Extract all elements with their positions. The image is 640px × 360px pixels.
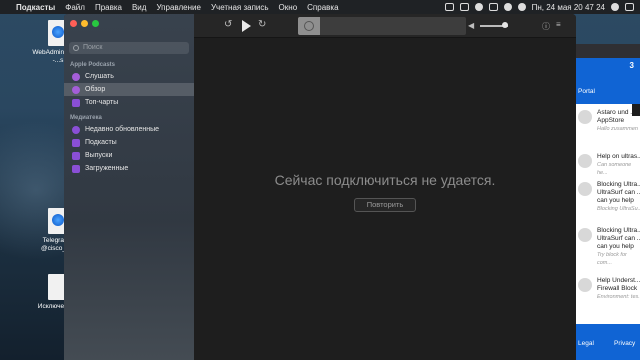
post-snippet: Blocking UltraSu... [597,206,640,212]
volume-slider[interactable] [480,22,508,28]
site-footer: Legal Privacy [576,324,640,360]
forum-post[interactable]: Blocking Ultra... UltraSurf can ... can … [576,178,640,222]
post-title: Help Underst... Firewall Block [597,277,640,292]
player-toolbar: ↺ ↻ ◀ ⓘ ≡ [194,14,576,38]
browser-toolbar [576,44,640,58]
post-title: Astaro und ... AppStore [597,109,636,124]
avatar [578,154,592,168]
sidebar-item-top-charts[interactable]: Топ-чарты [64,96,194,109]
sidebar-item-label: Обзор [85,86,106,93]
search-placeholder: Поиск [83,44,103,51]
search-icon [73,45,79,51]
list-icon [72,99,80,107]
section-header-library: Медиатека [70,115,102,121]
menu-edit[interactable]: Правка [95,3,122,12]
sidebar-item-label: Недавно обновленные [85,126,160,133]
search-icon[interactable] [611,3,619,11]
connection-error-message: Сейчас подключиться не удается. [274,172,496,188]
sidebar-item-listen-now[interactable]: Слушать [64,70,194,83]
volume-knob[interactable] [502,22,508,28]
sidebar-item-recently-updated[interactable]: Недавно обновленные [64,123,194,136]
sidebar-item-episodes[interactable]: Выпуски [64,149,194,162]
podcast-artwork-icon [298,17,320,35]
avatar [578,228,592,242]
status-icon[interactable] [474,3,483,11]
portal-header: 3 Portal [576,58,640,104]
wifi-icon[interactable] [503,3,512,11]
avatar [578,110,592,124]
minimize-button[interactable] [81,20,88,27]
avatar [578,278,592,292]
menu-view[interactable]: Вид [132,3,146,12]
post-snippet: Environment: tes... [597,294,640,300]
menu-file[interactable]: Файл [65,3,85,12]
control-center-icon[interactable] [625,3,634,11]
now-playing-display [298,17,466,35]
sidebar-item-browse[interactable]: Обзор [64,83,194,96]
info-icon[interactable]: ⓘ [542,21,550,32]
section-header-apple-podcasts: Apple Podcasts [70,62,116,68]
status-icon[interactable] [459,3,469,11]
background-browser-window: 3 Portal Astaro und ... AppStore Hallo z… [576,44,640,360]
volume-icon: ◀ [468,21,475,30]
window-controls [70,20,99,27]
skip-back-icon[interactable]: ↺ [224,19,232,30]
skip-forward-icon[interactable]: ↻ [258,19,266,30]
post-snippet: Try block for com... [597,252,627,266]
menu-help[interactable]: Справка [307,3,338,12]
menu-app-name[interactable]: Подкасты [16,3,55,12]
battery-icon[interactable] [488,3,498,11]
clock-icon [72,126,80,134]
search-input[interactable]: Поиск [69,42,189,54]
zoom-button[interactable] [92,20,99,27]
post-title: Blocking Ultra... UltraSurf can ... can … [597,181,640,204]
status-area: Пн, 24 мая 20 47 24 [444,3,634,12]
avatar [578,182,592,196]
forum-post[interactable]: Blocking Ultra... UltraSurf can ... can … [576,224,640,268]
menu-window[interactable]: Окно [279,3,298,12]
post-title: Blocking Ultra... UltraSurf can ... can … [597,227,640,250]
sidebar: Поиск Apple Podcasts Слушать Обзор Топ-ч… [64,14,194,360]
post-snippet: Can someone he... [597,162,632,176]
sidebar-item-label: Подкасты [85,139,117,146]
shows-icon [72,139,80,147]
post-title: Help on ultras... [597,153,640,160]
post-snippet: Hallo zusammen [597,126,638,132]
menu-bar: Подкасты Файл Правка Вид Управление Учет… [0,0,640,14]
main-content: Сейчас подключиться не удается. Повторит… [194,38,576,360]
portal-link[interactable]: Portal [578,88,595,95]
menu-controls[interactable]: Управление [156,3,200,12]
sidebar-item-label: Выпуски [85,152,113,159]
play-circle-icon [72,73,80,81]
sidebar-item-shows[interactable]: Подкасты [64,136,194,149]
sidebar-item-label: Загруженные [85,165,129,172]
clock[interactable]: Пн, 24 мая 20 47 24 [532,3,605,12]
forum-post[interactable]: Astaro und ... AppStore Hallo zusammen [576,106,640,150]
footer-legal-link[interactable]: Legal [578,340,594,347]
retry-button[interactable]: Повторить [354,198,416,212]
episodes-icon [72,152,80,160]
forum-post[interactable]: Help Underst... Firewall Block Environme… [576,274,640,318]
status-icon[interactable] [444,3,454,11]
list-icon[interactable]: ≡ [556,20,561,29]
download-icon [72,165,80,173]
podcast-icon [72,86,80,94]
sidebar-item-label: Слушать [85,73,114,80]
footer-privacy-link[interactable]: Privacy [614,340,635,347]
play-button[interactable] [242,20,251,32]
header-number: 3 [629,61,634,70]
volume-icon[interactable] [517,3,526,11]
sidebar-item-label: Топ-чарты [85,99,119,106]
podcasts-window: Поиск Apple Podcasts Слушать Обзор Топ-ч… [64,14,576,360]
sidebar-item-downloaded[interactable]: Загруженные [64,162,194,175]
menu-account[interactable]: Учетная запись [211,3,269,12]
close-button[interactable] [70,20,77,27]
